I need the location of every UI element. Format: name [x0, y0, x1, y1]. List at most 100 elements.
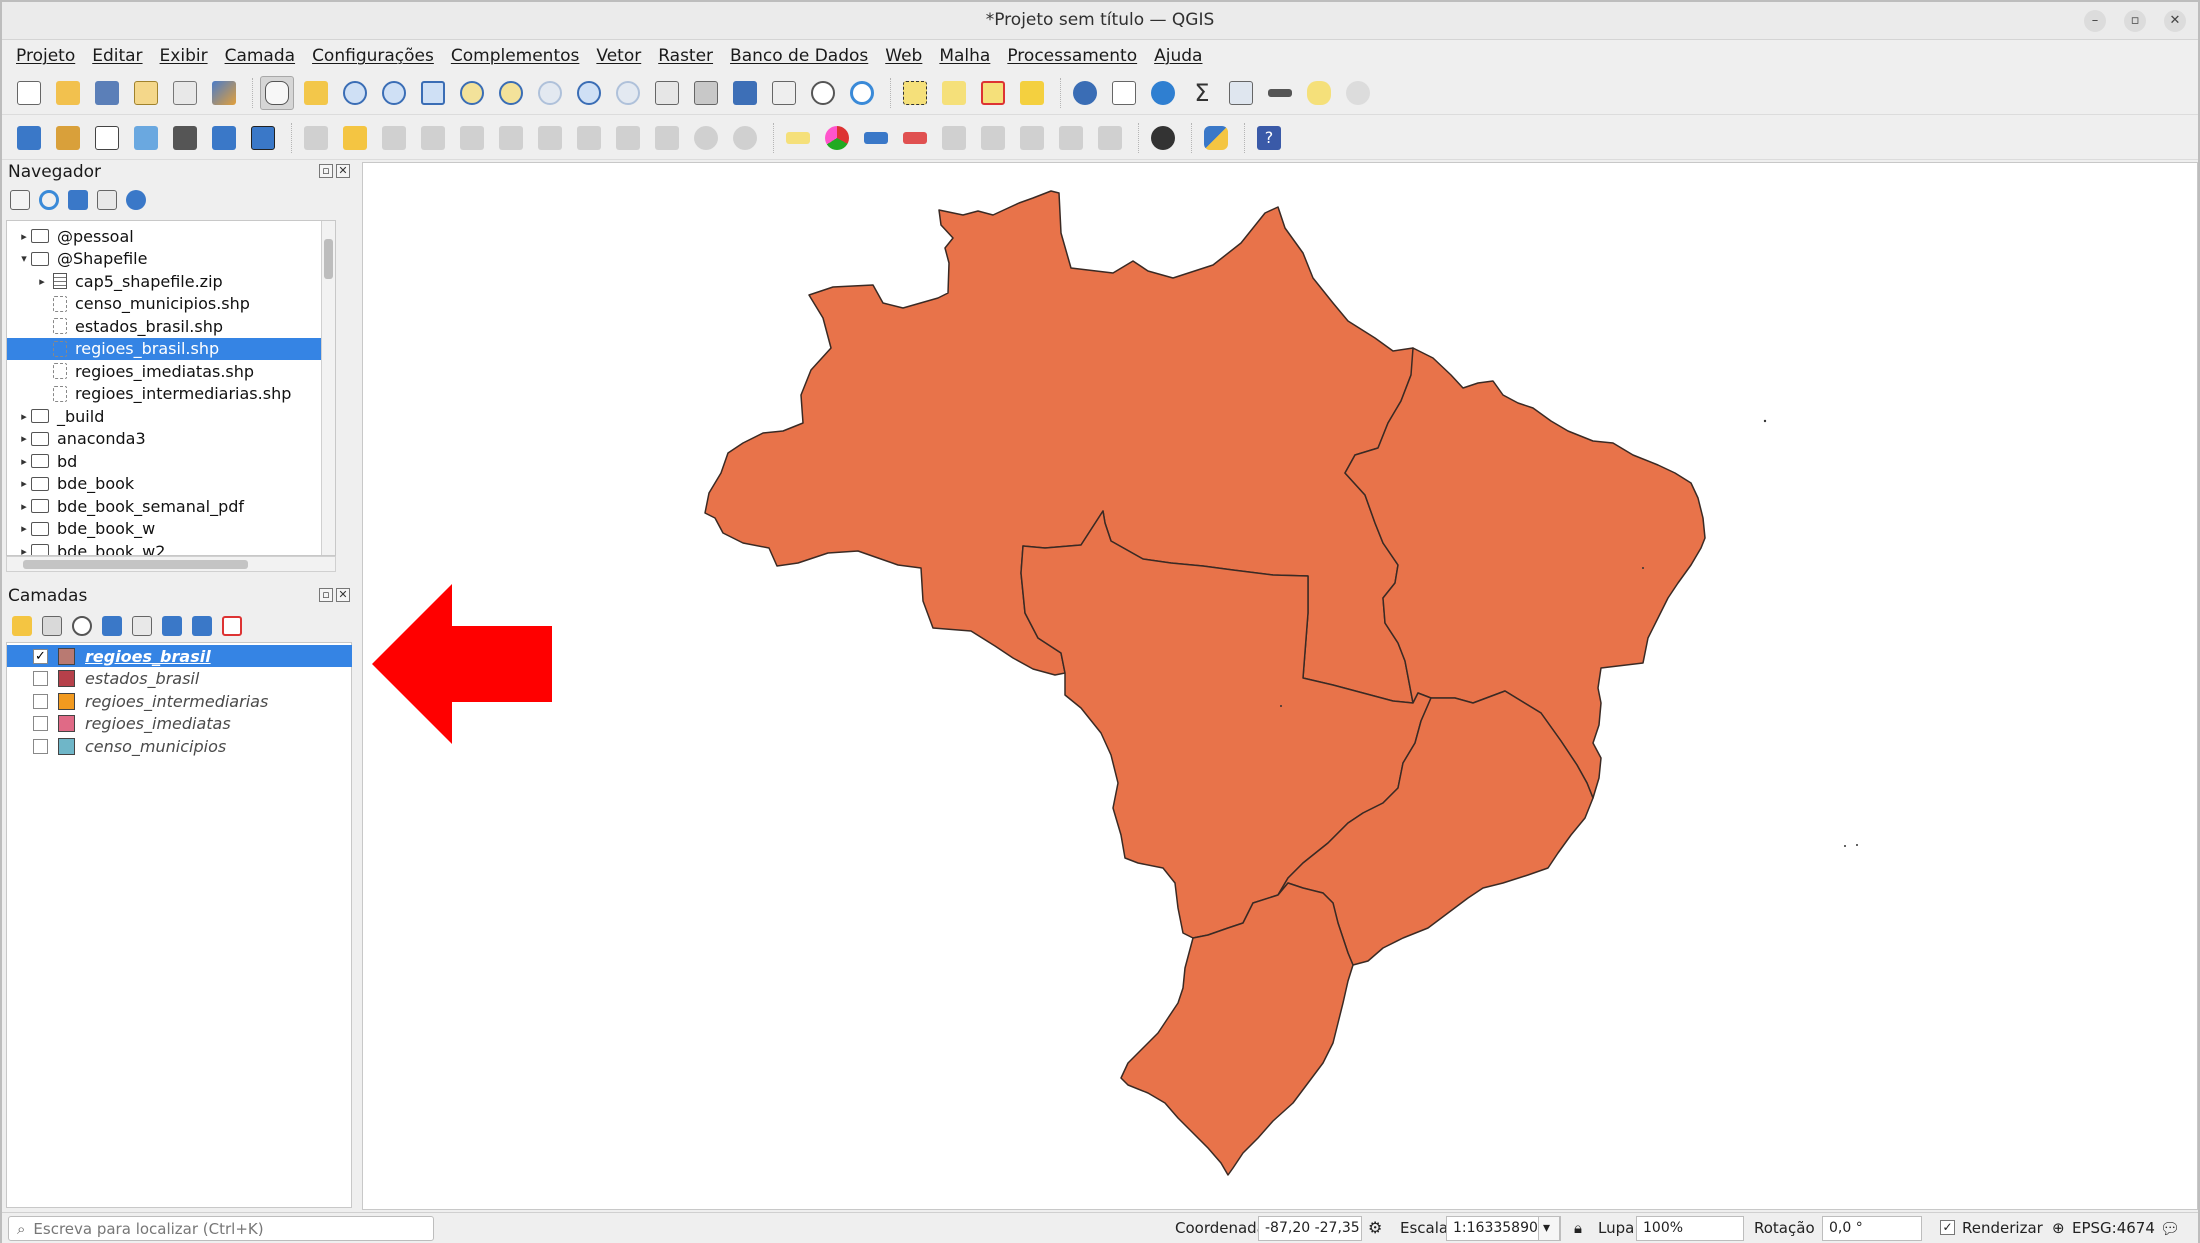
vertical-scrollbar[interactable] — [321, 221, 335, 555]
scale-dropdown-icon[interactable]: ▾ — [1538, 1216, 1560, 1241]
browser-item[interactable]: regioes_imediatas.shp — [7, 360, 335, 382]
new-shapefile-icon[interactable] — [90, 121, 124, 155]
cut-features-icon[interactable] — [572, 121, 606, 155]
browser-item[interactable]: estados_brasil.shp — [7, 315, 335, 337]
browser-item[interactable]: ▸ cap5_shapefile.zip — [7, 270, 335, 292]
zoom-to-selection-icon[interactable] — [455, 76, 489, 110]
select-by-value-icon[interactable] — [937, 76, 971, 110]
chevron-down-icon[interactable]: ▾ — [17, 252, 31, 265]
layers-list[interactable]: ✓ regioes_brasil estados_brasil regioes_int… — [6, 642, 352, 1208]
delete-selected-icon[interactable] — [533, 121, 567, 155]
paste-features-icon[interactable] — [650, 121, 684, 155]
new-map-view-icon[interactable] — [650, 76, 684, 110]
close-icon[interactable]: ✕ — [2164, 10, 2186, 32]
menu-vetor[interactable]: Vetor — [596, 46, 641, 66]
pan-to-selection-icon[interactable] — [299, 76, 333, 110]
open-table-icon[interactable] — [1224, 76, 1258, 110]
show-hide-labels-icon[interactable] — [898, 121, 932, 155]
globe-plugin-icon[interactable] — [1146, 121, 1180, 155]
region-sul[interactable] — [1120, 882, 1354, 1176]
crs-globe-icon[interactable]: ⊕ — [2052, 1219, 2065, 1237]
layer-symbol-swatch[interactable] — [58, 670, 75, 687]
magnifier-field[interactable]: 100% — [1636, 1216, 1744, 1241]
browser-item[interactable]: censo_municipios.shp — [7, 293, 335, 315]
modify-attributes-icon[interactable] — [494, 121, 528, 155]
float-panel-icon[interactable]: ▫ — [319, 164, 333, 178]
chevron-right-icon[interactable]: ▸ — [17, 432, 31, 445]
processing-toolbox-icon[interactable] — [1146, 76, 1180, 110]
zoom-out-icon[interactable] — [377, 76, 411, 110]
change-label-icon[interactable] — [1015, 121, 1049, 155]
filter-legend-icon[interactable] — [102, 616, 122, 636]
identify-icon[interactable] — [1068, 76, 1102, 110]
attribute-table-icon[interactable] — [1107, 76, 1141, 110]
menu-processamento[interactable]: Processamento — [1007, 46, 1137, 66]
layer-row[interactable]: censo_municipios — [7, 735, 352, 757]
move-label-icon[interactable] — [937, 121, 971, 155]
info-icon[interactable] — [126, 190, 146, 210]
browser-item[interactable]: ▸ bde_book_w — [7, 518, 335, 540]
new-geopackage-icon[interactable] — [51, 121, 85, 155]
coordinate-field[interactable]: -87,20 -27,35 — [1258, 1216, 1362, 1241]
measure-icon[interactable] — [1263, 76, 1297, 110]
chevron-right-icon[interactable]: ▸ — [35, 275, 49, 288]
chevron-right-icon[interactable]: ▸ — [17, 522, 31, 535]
toggle-editing-icon[interactable] — [338, 121, 372, 155]
help-icon[interactable]: ? — [1252, 121, 1286, 155]
layer-row[interactable]: regioes_intermediarias — [7, 690, 352, 712]
map-tips-icon[interactable] — [1302, 76, 1336, 110]
layout-manager-icon[interactable] — [168, 76, 202, 110]
layer-visibility-checkbox[interactable] — [33, 671, 48, 686]
rotate-label-icon[interactable] — [976, 121, 1010, 155]
menu-ajuda[interactable]: Ajuda — [1154, 46, 1202, 66]
zoom-native-icon[interactable] — [533, 76, 567, 110]
chevron-right-icon[interactable]: ▸ — [17, 545, 31, 556]
select-features-icon[interactable] — [898, 76, 932, 110]
chevron-right-icon[interactable]: ▸ — [17, 455, 31, 468]
chevron-right-icon[interactable]: ▸ — [17, 410, 31, 423]
minimize-icon[interactable]: – — [2084, 10, 2106, 32]
chevron-right-icon[interactable]: ▸ — [17, 477, 31, 490]
refresh-icon[interactable] — [845, 76, 879, 110]
menu-exibir[interactable]: Exibir — [160, 46, 208, 66]
toggle-extent-icon[interactable]: ⚙ — [1368, 1218, 1382, 1237]
layer-symbol-swatch[interactable] — [58, 715, 75, 732]
layer-visibility-checkbox[interactable]: ✓ — [33, 648, 48, 664]
new-layout-icon[interactable] — [129, 76, 163, 110]
layer-visibility-checkbox[interactable] — [33, 738, 48, 754]
menu-malha[interactable]: Malha — [939, 46, 990, 66]
menu-raster[interactable]: Raster — [658, 46, 713, 66]
zoom-next-icon[interactable] — [611, 76, 645, 110]
menu-web[interactable]: Web — [885, 46, 922, 66]
zoom-in-icon[interactable] — [338, 76, 372, 110]
visibility-icon[interactable] — [72, 616, 92, 636]
locate-icon[interactable] — [1341, 76, 1375, 110]
statistics-sigma-icon[interactable]: Σ — [1185, 76, 1219, 110]
add-group-icon[interactable] — [42, 616, 62, 636]
browser-item[interactable]: ▸ anaconda3 — [7, 428, 335, 450]
layer-row[interactable]: ✓ regioes_brasil — [7, 645, 352, 667]
zoom-to-layer-icon[interactable] — [494, 76, 528, 110]
crs-label[interactable]: EPSG:4674 — [2072, 1219, 2155, 1237]
layer-symbol-swatch[interactable] — [58, 737, 75, 755]
menu-banco-de-dados[interactable]: Banco de Dados — [730, 46, 868, 66]
show-bookmarks-icon[interactable] — [767, 76, 801, 110]
temporal-controller-icon[interactable] — [806, 76, 840, 110]
menu-camada[interactable]: Camada — [225, 46, 295, 66]
menu-editar[interactable]: Editar — [92, 46, 142, 66]
add-selected-layers-icon[interactable] — [10, 190, 30, 210]
redo-icon[interactable] — [728, 121, 762, 155]
bookmark-icon[interactable] — [728, 76, 762, 110]
layer-labeling-icon[interactable] — [781, 121, 815, 155]
new-memory-layer-icon[interactable] — [168, 121, 202, 155]
maximize-icon[interactable]: ▫ — [2124, 10, 2146, 32]
map-canvas[interactable] — [362, 162, 2198, 1210]
select-location-icon[interactable] — [1015, 76, 1049, 110]
messages-icon[interactable]: 💬︎ — [2160, 1219, 2180, 1238]
data-source-manager-icon[interactable] — [12, 121, 46, 155]
change-diagram-icon[interactable] — [1093, 121, 1127, 155]
add-feature-icon[interactable] — [416, 121, 450, 155]
new-virtual-layer-icon[interactable] — [207, 121, 241, 155]
expand-all-icon[interactable] — [162, 616, 182, 636]
move-diagram-icon[interactable] — [1054, 121, 1088, 155]
